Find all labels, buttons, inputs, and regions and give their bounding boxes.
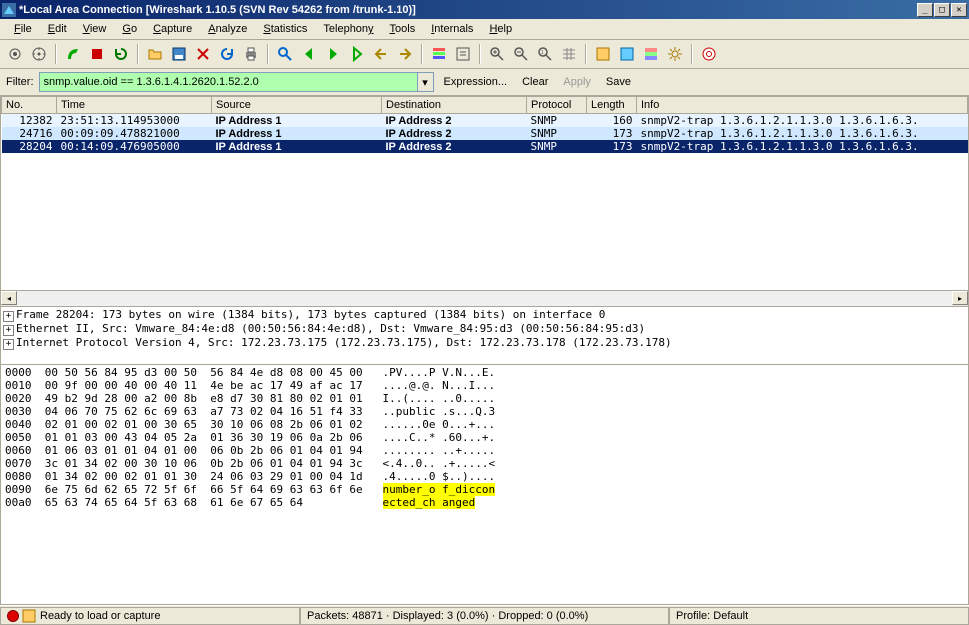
capture-status-icon [7,610,19,622]
packet-row[interactable]: 1238223:51:13.114953000IP Address 1IP Ad… [2,114,968,128]
filter-label: Filter: [4,76,34,88]
menu-internals[interactable]: Internals [423,21,481,37]
col-info[interactable]: Info [637,97,968,114]
status-packets: Packets: 48871 · Displayed: 3 (0.0%) · D… [300,607,669,625]
svg-text:1: 1 [541,50,544,56]
expand-icon[interactable]: + [3,311,14,322]
menu-analyze[interactable]: Analyze [200,21,255,37]
zoom-out-icon[interactable] [510,43,532,65]
coloring-rules-icon[interactable] [640,43,662,65]
apply-button[interactable]: Apply [558,76,596,88]
app-icon [2,3,16,17]
title-bar: *Local Area Connection [Wireshark 1.10.5… [0,0,969,19]
menu-help[interactable]: Help [481,21,520,37]
scroll-left-icon[interactable]: ◂ [1,291,17,305]
status-bar: Ready to load or capture Packets: 48871 … [0,605,969,625]
expression-button[interactable]: Expression... [439,76,513,88]
packet-details-pane[interactable]: +Frame 28204: 173 bytes on wire (1384 bi… [0,307,969,365]
status-ready: Ready to load or capture [0,607,300,625]
tree-frame[interactable]: +Frame 28204: 173 bytes on wire (1384 bi… [3,308,966,322]
col-time[interactable]: Time [57,97,212,114]
interfaces-icon[interactable] [4,43,26,65]
go-last-icon[interactable] [394,43,416,65]
col-length[interactable]: Length [587,97,637,114]
filter-combo[interactable]: ▾ [39,72,434,92]
window-title: *Local Area Connection [Wireshark 1.10.5… [19,4,917,16]
go-back-icon[interactable] [298,43,320,65]
options-icon[interactable] [28,43,50,65]
capture-filters-icon[interactable] [592,43,614,65]
restart-capture-icon[interactable] [110,43,132,65]
menu-telephony[interactable]: Telephony [315,21,381,37]
menu-bar: File Edit View Go Capture Analyze Statis… [0,19,969,40]
menu-capture[interactable]: Capture [145,21,200,37]
go-to-packet-icon[interactable] [346,43,368,65]
packet-bytes-pane[interactable]: 0000 00 50 56 84 95 d3 00 50 56 84 4e d8… [0,365,969,605]
help-icon[interactable] [698,43,720,65]
expand-icon[interactable]: + [3,339,14,350]
find-icon[interactable] [274,43,296,65]
tree-ip[interactable]: +Internet Protocol Version 4, Src: 172.2… [3,336,966,350]
preferences-icon[interactable] [664,43,686,65]
tree-ethernet[interactable]: +Ethernet II, Src: Vmware_84:4e:d8 (00:5… [3,322,966,336]
start-capture-icon[interactable] [62,43,84,65]
col-destination[interactable]: Destination [382,97,527,114]
column-headers[interactable]: No. Time Source Destination Protocol Len… [2,97,968,114]
scroll-right-icon[interactable]: ▸ [952,291,968,305]
status-profile[interactable]: Profile: Default [669,607,969,625]
auto-scroll-icon[interactable] [452,43,474,65]
menu-tools[interactable]: Tools [382,21,424,37]
col-source[interactable]: Source [212,97,382,114]
col-no[interactable]: No. [2,97,57,114]
close-button[interactable]: ✕ [951,3,967,17]
open-file-icon[interactable] [144,43,166,65]
go-forward-icon[interactable] [322,43,344,65]
colorize-icon[interactable] [428,43,450,65]
packet-list-pane[interactable]: No. Time Source Destination Protocol Len… [0,96,969,291]
close-file-icon[interactable] [192,43,214,65]
clear-button[interactable]: Clear [517,76,553,88]
stop-capture-icon[interactable] [86,43,108,65]
menu-view[interactable]: View [75,21,115,37]
save-button[interactable]: Save [601,76,636,88]
menu-file[interactable]: File [6,21,40,37]
minimize-button[interactable]: _ [917,3,933,17]
packet-row[interactable]: 2471600:09:09.478821000IP Address 1IP Ad… [2,127,968,140]
expand-icon[interactable]: + [3,325,14,336]
zoom-in-icon[interactable] [486,43,508,65]
go-first-icon[interactable] [370,43,392,65]
zoom-100-icon[interactable]: 1 [534,43,556,65]
resize-columns-icon[interactable] [558,43,580,65]
main-toolbar: 1 [0,40,969,69]
menu-go[interactable]: Go [114,21,145,37]
menu-edit[interactable]: Edit [40,21,75,37]
filter-dropdown-icon[interactable]: ▾ [417,73,433,91]
packet-row[interactable]: 2820400:14:09.476905000IP Address 1IP Ad… [2,140,968,153]
maximize-button[interactable]: □ [934,3,950,17]
filter-input[interactable] [40,76,417,88]
display-filters-icon[interactable] [616,43,638,65]
filter-bar: Filter: ▾ Expression... Clear Apply Save [0,69,969,96]
save-file-icon[interactable] [168,43,190,65]
print-icon[interactable] [240,43,262,65]
menu-statistics[interactable]: Statistics [255,21,315,37]
col-protocol[interactable]: Protocol [527,97,587,114]
packet-list-scrollbar[interactable]: ◂ ▸ [0,291,969,307]
reload-icon[interactable] [216,43,238,65]
